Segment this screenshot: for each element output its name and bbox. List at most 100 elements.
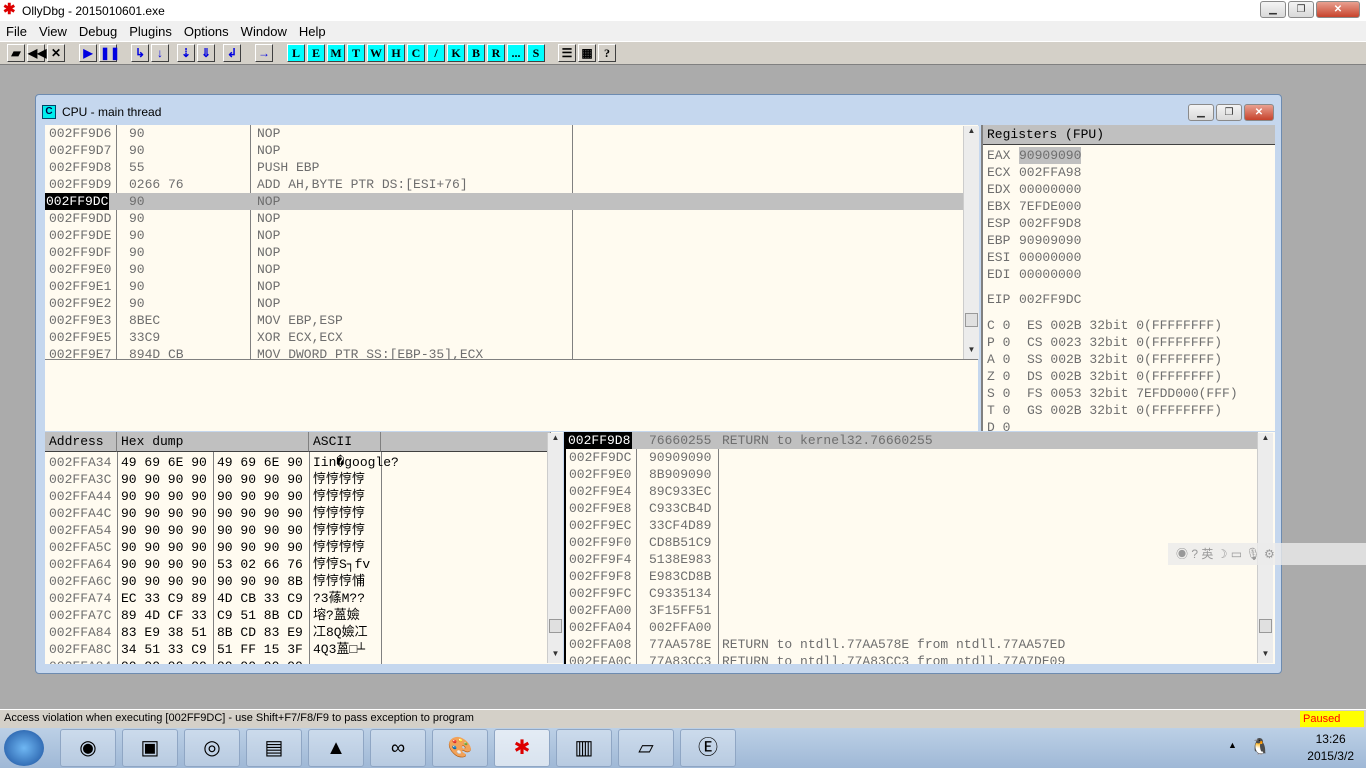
dump-row[interactable]: 002FFA44 90 90 90 90 90 90 90 90 悙悙悙悙	[45, 488, 563, 505]
register-eax[interactable]: EAX 90909090	[983, 147, 1275, 164]
run-button[interactable]: ▶	[79, 44, 97, 62]
menu-help[interactable]: Help	[293, 24, 332, 39]
disasm-row[interactable]: 002FF9D6 90 NOP	[45, 125, 978, 142]
disassembly-scrollbar[interactable]: ▲ ▼	[963, 126, 979, 359]
stack-row[interactable]: 002FFA00 3F15FF51	[566, 602, 1275, 619]
flag-row[interactable]: Z 0 DS 002B 32bit 0(FFFFFFFF)	[983, 368, 1275, 385]
close-button[interactable]: ✕	[1316, 1, 1360, 18]
taskbar-ollydbg[interactable]: ✱	[494, 729, 550, 767]
register-value[interactable]: 002FF9D8	[1019, 215, 1081, 232]
window-button-b[interactable]: B	[467, 44, 485, 62]
register-eip[interactable]: EIP 002FF9DC	[983, 291, 1275, 308]
step-over-button[interactable]: ↓	[151, 44, 169, 62]
window-button-k[interactable]: K	[447, 44, 465, 62]
dump-row[interactable]: 002FFA94 90 90 90 90 90 90 90 90	[45, 658, 563, 664]
start-button[interactable]	[4, 730, 44, 766]
dump-row[interactable]: 002FFA54 90 90 90 90 90 90 90 90 悙悙悙悙	[45, 522, 563, 539]
list-button[interactable]: ☰	[558, 44, 576, 62]
close-button[interactable]: ✕	[47, 44, 65, 62]
cpu-close-button[interactable]: ✕	[1244, 103, 1274, 121]
flag-value[interactable]: P 0	[987, 334, 1010, 351]
register-esp[interactable]: ESP 002FF9D8	[983, 215, 1275, 232]
window-button-e[interactable]: E	[307, 44, 325, 62]
minimize-button[interactable]: ▁	[1260, 1, 1286, 18]
stack-row[interactable]: 002FFA08 77AA578E RETURN to ntdll.77AA578E…	[566, 636, 1275, 653]
stack-row[interactable]: 002FF9E8 C933CB4D	[566, 500, 1275, 517]
disasm-row[interactable]: 002FF9DD 90 NOP	[45, 210, 978, 227]
disasm-row[interactable]: 002FF9DE 90 NOP	[45, 227, 978, 244]
disasm-row[interactable]: 002FF9D7 90 NOP	[45, 142, 978, 159]
taskbar-explorer[interactable]: ▤	[246, 729, 302, 767]
dump-row[interactable]: 002FFA8C 34 51 33 C9 51 FF 15 3F 4Q3蒕□┴	[45, 641, 563, 658]
disasm-row[interactable]: 002FF9DC 90 NOP	[45, 193, 963, 210]
disasm-row[interactable]: 002FF9D9 0266 76 ADD AH,BYTE PTR DS:[ESI+7…	[45, 176, 978, 193]
qq-tray-icon[interactable]: 🐧	[1250, 737, 1270, 757]
taskbar-ultraedit[interactable]: Ⓔ	[680, 729, 736, 767]
pause-button[interactable]: ❚❚	[99, 44, 120, 62]
hex-dump-pane[interactable]: Address Hex dump ASCII 002FFA34 49 69 6E 90 4…	[45, 432, 563, 664]
stack-row[interactable]: 002FF9F8 E983CD8B	[566, 568, 1275, 585]
flag-value[interactable]: A 0	[987, 351, 1010, 368]
flag-row[interactable]: P 0 CS 0023 32bit 0(FFFFFFFF)	[983, 334, 1275, 351]
maximize-button[interactable]: ❐	[1288, 1, 1314, 18]
restart-button[interactable]: ◀◀	[27, 44, 46, 62]
open-button[interactable]: ▰	[7, 44, 25, 62]
window-button-w[interactable]: W	[367, 44, 385, 62]
register-esi[interactable]: ESI 00000000	[983, 249, 1275, 266]
disasm-row[interactable]: 002FF9E7 894D CB MOV DWORD PTR SS:[EBP-35]…	[45, 346, 978, 359]
register-ebp[interactable]: EBP 90909090	[983, 232, 1275, 249]
window-button-patches[interactable]: /	[427, 44, 445, 62]
taskbar-acrobat[interactable]: ▲	[308, 729, 364, 767]
disasm-row[interactable]: 002FF9E3 8BEC MOV EBP,ESP	[45, 312, 978, 329]
registers-header[interactable]: Registers (FPU)	[983, 125, 1275, 145]
ime-toolbar[interactable]: ◉ ? 英 ☽ ▭ 🎙 ⚙	[1168, 543, 1366, 565]
taskbar-monitor[interactable]: ▣	[122, 729, 178, 767]
register-value[interactable]: 90909090	[1019, 147, 1082, 164]
register-value[interactable]: 00000000	[1019, 181, 1081, 198]
flag-row[interactable]: C 0 ES 002B 32bit 0(FFFFFFFF)	[983, 317, 1275, 334]
taskbar-chrome[interactable]: ◉	[60, 729, 116, 767]
window-button-run-trace[interactable]: ...	[507, 44, 525, 62]
registers-pane[interactable]: Registers (FPU) EAX 90909090 ECX 002FFA98 ED…	[981, 125, 1275, 431]
window-button-h[interactable]: H	[387, 44, 405, 62]
disasm-row[interactable]: 002FF9E5 33C9 XOR ECX,ECX	[45, 329, 978, 346]
disasm-row[interactable]: 002FF9E2 90 NOP	[45, 295, 978, 312]
dump-row[interactable]: 002FFA74 EC 33 C9 89 4D CB 33 C9 ?3蓧M??	[45, 590, 563, 607]
flag-value[interactable]: D 0	[987, 419, 1010, 431]
disassembly-pane[interactable]: 002FF9D6 90 NOP 002FF9D7 90 NOP 002FF9D8 55 PUSH…	[45, 125, 978, 359]
taskbar-notepad[interactable]: ▱	[618, 729, 674, 767]
taskbar-visual-studio[interactable]: ∞	[370, 729, 426, 767]
dump-row[interactable]: 002FFA6C 90 90 90 90 90 90 90 8B 悙悙悙悑	[45, 573, 563, 590]
register-value[interactable]: 002FFA98	[1019, 164, 1081, 181]
menu-plugins[interactable]: Plugins	[123, 24, 178, 39]
menu-window[interactable]: Window	[235, 24, 293, 39]
dump-header-address[interactable]: Address	[45, 432, 117, 452]
register-value[interactable]: 7EFDE000	[1019, 198, 1081, 215]
window-button-m[interactable]: M	[327, 44, 345, 62]
dump-header-hex-dump[interactable]: Hex dump	[117, 432, 309, 452]
stack-row[interactable]: 002FF9EC 33CF4D89	[566, 517, 1275, 534]
stack-row[interactable]: 002FF9FC C9335134	[566, 585, 1275, 602]
menu-options[interactable]: Options	[178, 24, 235, 39]
flag-row[interactable]: T 0 GS 002B 32bit 0(FFFFFFFF)	[983, 402, 1275, 419]
menu-view[interactable]: View	[33, 24, 73, 39]
stack-row[interactable]: 002FFA04 002FFA00	[566, 619, 1275, 636]
taskbar-wifi[interactable]: ◎	[184, 729, 240, 767]
register-value[interactable]: 002FF9DC	[1019, 291, 1081, 308]
flag-value[interactable]: S 0	[987, 385, 1010, 402]
dump-row[interactable]: 002FFA84 83 E9 38 51 8B CD 83 E9 冮8Q嬐冮	[45, 624, 563, 641]
show-hidden-icons[interactable]: ▲	[1228, 740, 1237, 750]
trace-over-button[interactable]: ⇓	[197, 44, 215, 62]
register-ebx[interactable]: EBX 7EFDE000	[983, 198, 1275, 215]
step-into-button[interactable]: ↳	[131, 44, 149, 62]
window-button-r[interactable]: R	[487, 44, 505, 62]
clock[interactable]: 13:26 2015/3/2	[1307, 731, 1354, 765]
cpu-minimize-button[interactable]: ▁	[1188, 103, 1214, 121]
register-edx[interactable]: EDX 00000000	[983, 181, 1275, 198]
flag-row[interactable]: D 0	[983, 419, 1275, 431]
flag-value[interactable]: C 0	[987, 317, 1010, 334]
taskbar-paint[interactable]: 🎨	[432, 729, 488, 767]
register-value[interactable]: 00000000	[1019, 249, 1081, 266]
colors-button[interactable]: ▦	[578, 44, 596, 62]
window-button-s[interactable]: S	[527, 44, 545, 62]
